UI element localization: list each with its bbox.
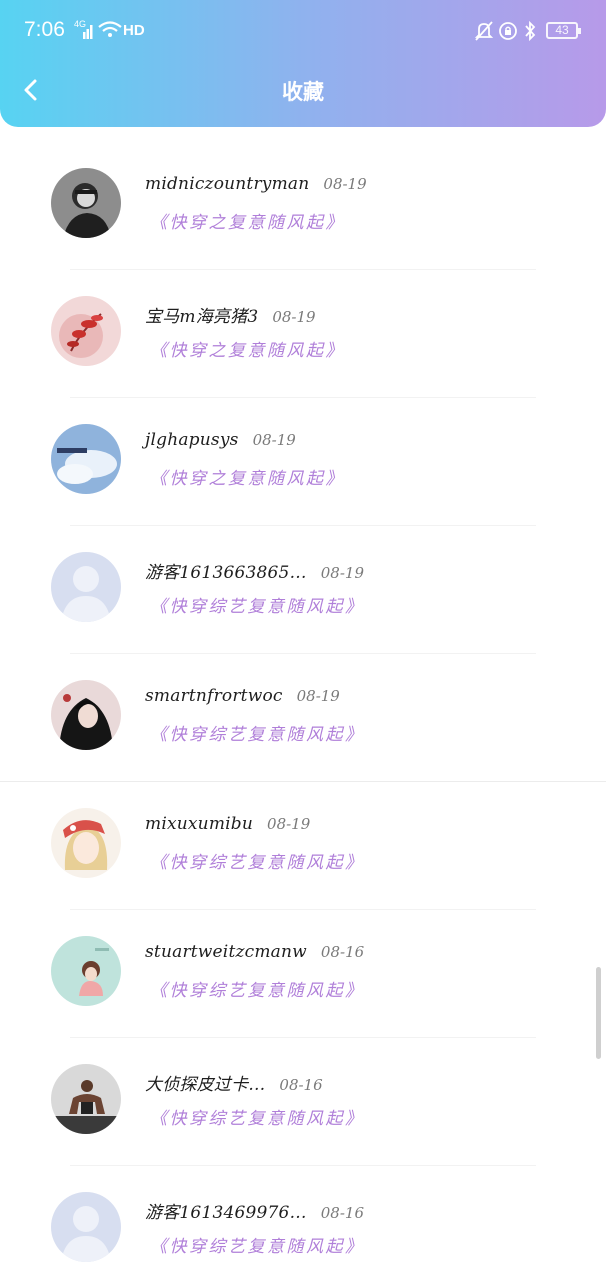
avatar[interactable] [51,552,121,622]
date: 08-19 [296,687,340,705]
app-header: 7:06 4G HD 43 收藏 [0,0,606,127]
item-header: 宝马m海亮猪3 08-19 [145,302,316,327]
book-title[interactable]: 《快穿综艺复意随风起》 [150,976,365,1001]
username[interactable]: jlghapusys [145,430,239,450]
date: 08-16 [279,1076,323,1094]
date: 08-19 [272,308,316,326]
list-item[interactable]: 游客1613469976… 08-16 《快穿综艺复意随风起》 [0,1166,606,1280]
book-title[interactable]: 《快穿之复意随风起》 [150,464,345,489]
avatar[interactable] [51,808,121,878]
username[interactable]: 游客1613663865… [145,563,307,583]
item-header: 大侦探皮过卡… 08-16 [145,1070,323,1095]
avatar[interactable] [51,680,121,750]
page-title: 收藏 [282,80,324,104]
battery-indicator: 43 [546,22,581,39]
hd-indicator: HD [123,22,145,39]
book-title[interactable]: 《快穿综艺复意随风起》 [150,592,365,617]
item-header: stuartweitzcmanw 08-16 [145,942,364,966]
avatar[interactable] [51,296,121,366]
status-bar: 7:06 4G HD 43 [0,0,606,64]
avatar[interactable] [51,168,121,238]
list-item[interactable]: 游客1613663865… 08-19 《快穿综艺复意随风起》 [0,526,606,654]
wifi-icon [98,21,122,37]
list-item[interactable]: 宝马m海亮猪3 08-19 《快穿之复意随风起》 [0,270,606,398]
date: 08-19 [252,431,296,449]
scrollbar[interactable] [596,967,601,1059]
avatar[interactable] [51,1064,121,1134]
avatar[interactable] [51,424,121,494]
username[interactable]: midniczountryman [145,174,309,194]
book-title[interactable]: 《快穿综艺复意随风起》 [150,720,365,745]
list-item[interactable]: midniczountryman 08-19 《快穿之复意随风起》 [0,142,606,270]
username[interactable]: smartnfrortwoc [145,686,283,706]
network-type: 4G [74,19,87,29]
item-header: mixuxumibu 08-19 [145,814,310,838]
item-header: jlghapusys 08-19 [145,430,296,454]
list-item[interactable]: jlghapusys 08-19 《快穿之复意随风起》 [0,398,606,526]
list-item[interactable]: mixuxumibu 08-19 《快穿综艺复意随风起》 [0,782,606,910]
book-title[interactable]: 《快穿之复意随风起》 [150,208,345,233]
list-item[interactable]: 大侦探皮过卡… 08-16 《快穿综艺复意随风起》 [0,1038,606,1166]
book-title[interactable]: 《快穿之复意随风起》 [150,336,345,361]
bluetooth-icon [525,20,536,42]
date: 08-16 [320,943,365,961]
date: 08-19 [267,815,311,833]
book-title[interactable]: 《快穿综艺复意随风起》 [150,1104,365,1129]
username[interactable]: 游客1613469976… [145,1203,307,1223]
favorites-list: midniczountryman 08-19 《快穿之复意随风起》 宝马m海亮猪3… [0,142,606,1280]
username[interactable]: 大侦探皮过卡… [145,1075,265,1095]
username[interactable]: 宝马m海亮猪3 [145,307,258,327]
list-item[interactable]: stuartweitzcmanw 08-16 《快穿综艺复意随风起》 [0,910,606,1038]
status-time: 7:06 [24,18,65,41]
item-header: 游客1613663865… 08-19 [145,558,365,583]
username[interactable]: mixuxumibu [145,814,253,834]
date: 08-16 [320,1204,365,1222]
item-header: smartnfrortwoc 08-19 [145,686,340,710]
rotation-lock-icon [499,22,517,40]
item-header: 游客1613469976… 08-16 [145,1198,365,1223]
bell-mute-icon [474,21,494,41]
date: 08-19 [323,175,367,193]
avatar[interactable] [51,1192,121,1262]
date: 08-19 [320,564,365,582]
book-title[interactable]: 《快穿综艺复意随风起》 [150,848,365,873]
book-title[interactable]: 《快穿综艺复意随风起》 [150,1232,365,1257]
username[interactable]: stuartweitzcmanw [145,942,307,962]
list-item[interactable]: smartnfrortwoc 08-19 《快穿综艺复意随风起》 [0,654,606,782]
avatar[interactable] [51,936,121,1006]
item-header: midniczountryman 08-19 [145,174,367,198]
